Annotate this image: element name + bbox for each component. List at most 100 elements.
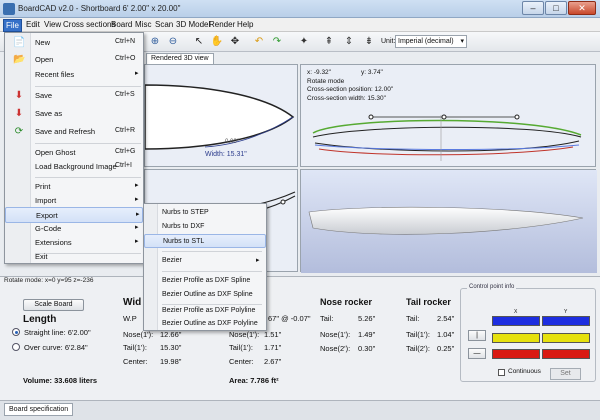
set-button[interactable]: Set: [550, 368, 581, 380]
menu-render[interactable]: Render: [207, 19, 237, 30]
submenu-item-label: Bezier Outline as DXF Polyline: [162, 320, 258, 327]
thickness-tail-value: 1.71": [264, 343, 282, 352]
cp-y-blue-field[interactable]: [542, 316, 590, 326]
continuous-label: Continuous: [508, 368, 541, 375]
submenu-item-nurbs-to-stl[interactable]: Nurbs to STL: [144, 234, 266, 248]
continuous-checkbox[interactable]: [498, 369, 505, 376]
menu-separator: [35, 177, 141, 178]
submenu-item-nurbs-to-step[interactable]: Nurbs to STEP: [144, 206, 266, 220]
menu-item-shortcut: Ctrl+R: [115, 127, 136, 134]
menu-separator: [35, 143, 141, 144]
offset-readout: 0.00": [225, 139, 239, 145]
thickness-tail-label: Tail(1'):: [229, 343, 253, 352]
submenu-item-bezier-profile-dxf-spline[interactable]: Bezier Profile as DXF Spline: [144, 274, 266, 288]
length-title: Length: [23, 314, 57, 325]
menu-item-label: Open Ghost: [35, 148, 76, 157]
cp-x-blue-field[interactable]: [492, 316, 540, 326]
scale-board-button[interactable]: Scale Board: [23, 299, 84, 311]
select-arrow-icon[interactable]: ↖: [192, 35, 206, 49]
cp-x-yellow-field[interactable]: [492, 333, 540, 343]
submenu-item-label: Nurbs to STL: [163, 238, 205, 245]
submenu-item-label: Bezier Outline as DXF Spline: [162, 291, 253, 298]
save-as-icon: ⬇: [14, 108, 24, 119]
rotate-icon[interactable]: ✥: [228, 35, 242, 49]
menu-item-exit[interactable]: Exit: [5, 249, 143, 265]
submenu-item-bezier[interactable]: Bezier ▸: [144, 254, 266, 268]
zoom-in-icon[interactable]: ⊕: [148, 35, 162, 49]
menu-misc[interactable]: Misc: [133, 19, 153, 30]
width-title: Wid: [123, 297, 142, 308]
menu-item-label: Exit: [35, 252, 48, 261]
cp-dash-button[interactable]: —: [468, 348, 486, 359]
width-tail-value: 15.30": [160, 343, 182, 352]
close-button[interactable]: ✕: [568, 1, 596, 15]
submenu-arrow-icon: ▸: [135, 182, 139, 189]
cp-x-label: X: [514, 309, 518, 315]
nose-rocker-1-label: Nose(1'):: [320, 330, 351, 339]
submenu-item-nurbs-to-dxf[interactable]: Nurbs to DXF: [144, 220, 266, 234]
outline-view[interactable]: Width: 15.31" 0.00": [144, 64, 298, 167]
pan-hand-icon[interactable]: ✋: [210, 35, 224, 49]
menu-item-label: Save and Refresh: [35, 127, 96, 136]
menu-item-label: Import: [35, 196, 57, 205]
undo-icon[interactable]: ↶: [252, 35, 266, 49]
cp-x-red-field[interactable]: [492, 349, 540, 359]
scale-down-icon[interactable]: ⇟: [362, 35, 376, 49]
scale-mid-icon[interactable]: ⇕: [342, 35, 356, 49]
menu-item-save-and-refresh[interactable]: ⟳ Save and Refresh Ctrl+R: [5, 124, 143, 140]
title-bar: BoardCAD v2.0 - Shortboard 6' 2.00" x 20…: [0, 0, 600, 18]
submenu-separator: [162, 251, 262, 252]
submenu-item-label: Nurbs to STEP: [162, 209, 209, 216]
cp-bar-button[interactable]: |: [468, 330, 486, 341]
menu-item-new[interactable]: 📄 New Ctrl+N: [5, 35, 143, 51]
menu-item-label: New: [35, 38, 51, 47]
menu-item-label: Print: [35, 182, 51, 191]
cp-y-label: Y: [564, 309, 568, 315]
boardcad-window: BoardCAD v2.0 - Shortboard 6' 2.00" x 20…: [0, 0, 600, 420]
scale-up-icon[interactable]: ⇞: [322, 35, 336, 49]
thickness-nose-value: 1.51": [264, 330, 282, 339]
over-curve-radio[interactable]: [12, 343, 20, 351]
cp-y-yellow-field[interactable]: [542, 333, 590, 343]
submenu-item-bezier-outline-dxf-spline[interactable]: Bezier Outline as DXF Spline: [144, 288, 266, 302]
menu-board[interactable]: Board: [109, 19, 134, 30]
menu-scan[interactable]: Scan: [153, 19, 175, 30]
rendered-board-svg: [301, 170, 597, 273]
unit-select[interactable]: Imperial (decimal) ▾: [395, 35, 467, 48]
menu-item-label: Save: [35, 91, 53, 100]
tail-rocker-title: Tail rocker: [406, 297, 451, 307]
tab-rendered-3d-view[interactable]: Rendered 3D view: [146, 53, 214, 64]
width-tail-label: Tail(1'):: [123, 343, 147, 352]
submenu-item-label: Nurbs to DXF: [162, 223, 205, 230]
submenu-item-bezier-profile-dxf-polyline[interactable]: Bezier Profile as DXF Polyline: [144, 304, 266, 318]
submenu-item-bezier-outline-dxf-polyline[interactable]: Bezier Outline as DXF Polyline: [144, 317, 266, 331]
menu-item-label: Save as: [35, 109, 63, 118]
menu-help[interactable]: Help: [235, 19, 255, 30]
submenu-arrow-icon: ▸: [135, 238, 139, 245]
control-point-title: Control point info: [467, 284, 517, 290]
straight-line-radio[interactable]: [12, 328, 20, 336]
menu-file[interactable]: File: [3, 19, 22, 32]
redo-icon[interactable]: ↷: [270, 35, 284, 49]
menu-edit[interactable]: Edit: [24, 19, 42, 30]
menu-item-save[interactable]: ⬇ Save Ctrl+S: [5, 88, 143, 104]
cross-section-view[interactable]: x: -9.32" Rotate mode Cross-section posi…: [300, 64, 596, 167]
rendered-3d-view[interactable]: [300, 169, 597, 273]
submenu-arrow-icon: ▸: [136, 211, 140, 218]
submenu-separator: [162, 271, 262, 272]
width-nose-label: Nose(1'):: [123, 330, 154, 339]
width-readout: Width: 15.31": [205, 151, 247, 158]
minimize-button[interactable]: –: [522, 1, 544, 15]
menu-item-open[interactable]: 📂 Open Ctrl+O: [5, 52, 143, 68]
zoom-out-icon[interactable]: ⊖: [166, 35, 180, 49]
maximize-button[interactable]: □: [545, 1, 567, 15]
tab-board-specification[interactable]: Board specification: [4, 403, 74, 416]
menu-item-load-background-image[interactable]: Load Background Image Ctrl+I: [5, 159, 143, 175]
menu-item-save-as[interactable]: ⬇ Save as: [5, 106, 143, 122]
add-point-icon[interactable]: ✦: [297, 35, 311, 49]
cp-y-red-field[interactable]: [542, 349, 590, 359]
menu-item-recent-files[interactable]: Recent files ▸: [5, 67, 143, 83]
status-rotate: Rotate mode: x=0 y=95 z=-236: [4, 277, 94, 284]
submenu-item-label: Bezier Profile as DXF Polyline: [162, 307, 256, 314]
submenu-arrow-icon: ▸: [135, 196, 139, 203]
